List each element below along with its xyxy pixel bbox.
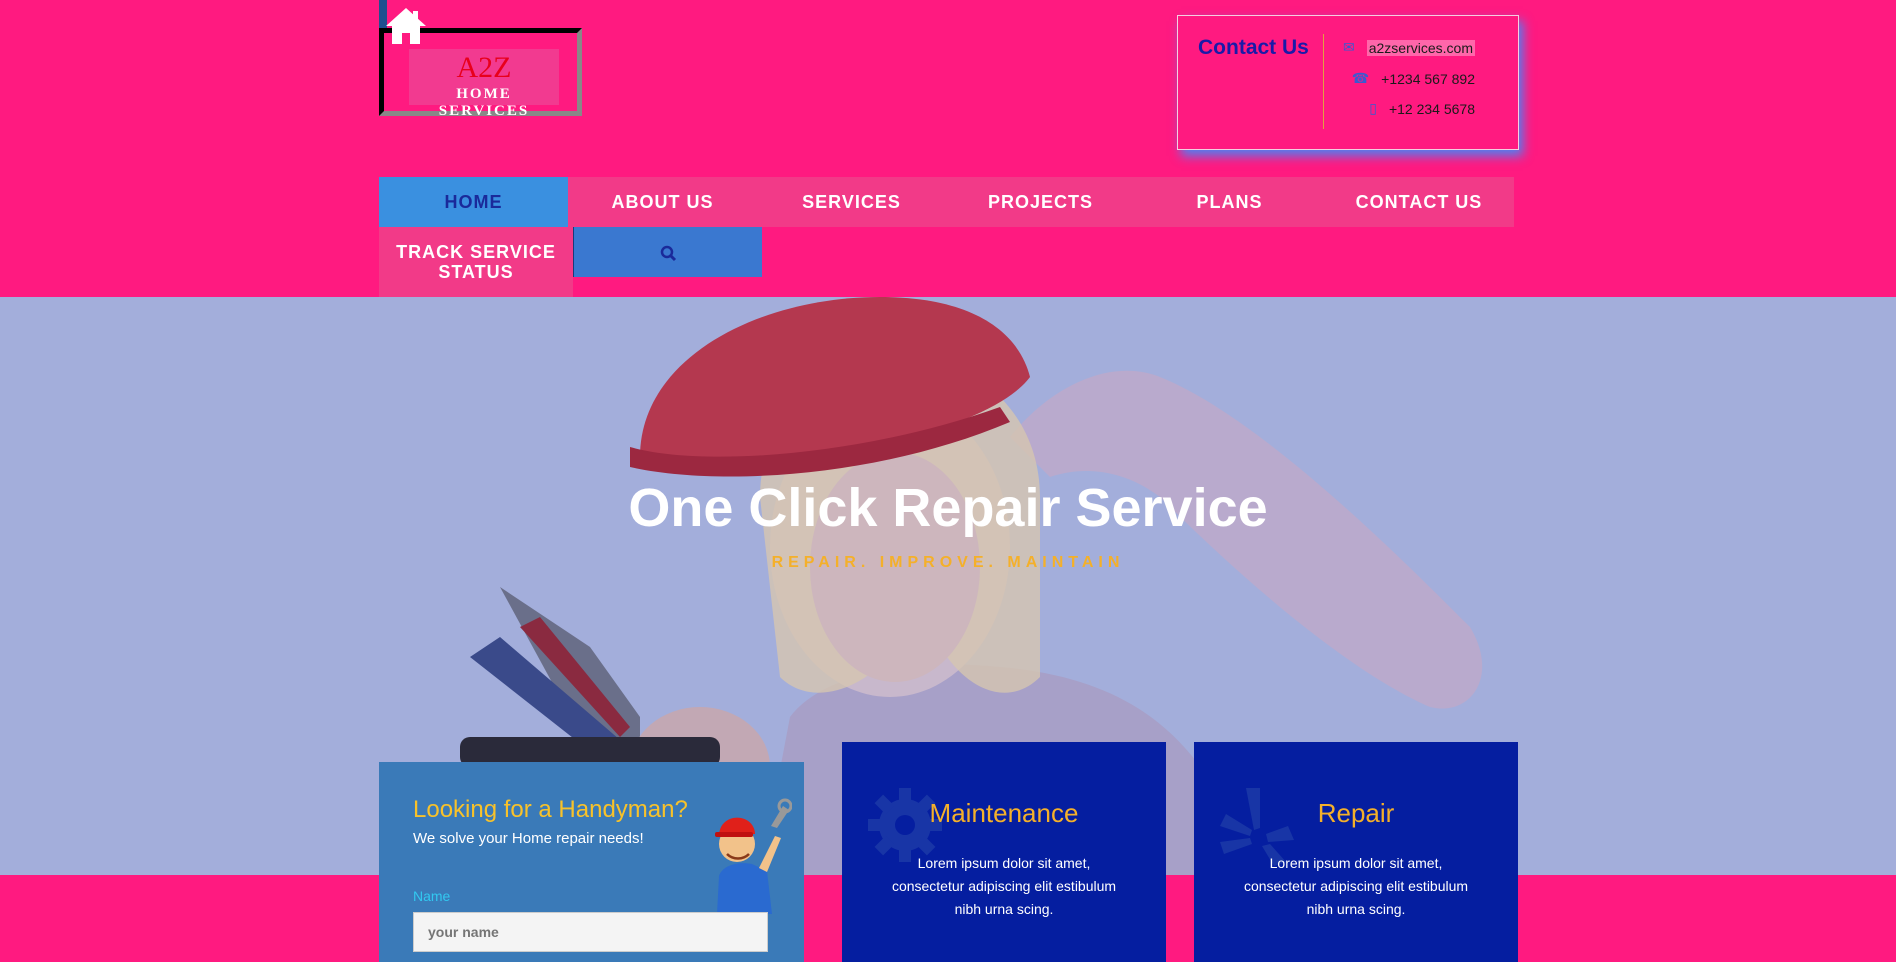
mobile-icon: ▯ xyxy=(1369,100,1377,116)
service-card-repair[interactable]: Repair Lorem ipsum dolor sit amet, conse… xyxy=(1194,742,1518,962)
service-title: Maintenance xyxy=(929,798,1079,828)
search-icon xyxy=(660,245,676,261)
nav-item-plans[interactable]: PLANS xyxy=(1135,177,1324,227)
logo-name: A2Z xyxy=(456,51,512,84)
nav-item-about-us[interactable]: ABOUT US xyxy=(568,177,757,227)
service-title: Repair xyxy=(1317,798,1395,828)
logo-plate: A2Z HOME SERVICES xyxy=(409,49,559,119)
contact-phone-2[interactable]: +12 234 5678 xyxy=(1389,101,1475,117)
logo-tagline: HOME SERVICES xyxy=(438,86,530,119)
contact-panel: Contact Us ✉ a2zservices.com ☎ +1234 567… xyxy=(1177,15,1519,150)
site-logo[interactable]: A2Z HOME SERVICES xyxy=(379,0,582,119)
form-subtitle: We solve your Home repair needs! xyxy=(413,830,644,847)
service-card-maintenance[interactable]: Maintenance Lorem ipsum dolor sit amet, … xyxy=(842,742,1166,962)
phone-icon: ☎ xyxy=(1351,70,1370,86)
form-title: Looking for a Handyman? xyxy=(413,796,688,823)
contact-email[interactable]: a2zservices.com xyxy=(1366,39,1475,56)
track-label-line-2: STATUS xyxy=(438,262,514,282)
nav-item-services[interactable]: SERVICES xyxy=(757,177,946,227)
hero-subtitle: REPAIR. IMPROVE. MAINTAIN xyxy=(771,554,1125,571)
contact-email-row[interactable]: ✉ a2zservices.com xyxy=(1343,39,1475,56)
contact-mobile-row[interactable]: ▯ +12 234 5678 xyxy=(1369,100,1475,117)
nav-item-projects[interactable]: PROJECTS xyxy=(946,177,1135,227)
handyman-request-form: Looking for a Handyman? We solve your Ho… xyxy=(379,762,804,962)
contact-title: Contact Us xyxy=(1198,36,1309,59)
nav-item-home[interactable]: HOME xyxy=(379,177,568,227)
envelope-icon: ✉ xyxy=(1343,39,1355,55)
track-label-line-1: TRACK SERVICE xyxy=(396,242,556,262)
contact-divider xyxy=(1323,34,1324,129)
hero-title: One Click Repair Service xyxy=(628,478,1268,538)
service-description: Lorem ipsum dolor sit amet, consectetur … xyxy=(1243,855,1469,917)
nav-item-contact-us[interactable]: CONTACT US xyxy=(1324,177,1514,227)
name-input[interactable] xyxy=(413,912,768,952)
nav-search-button[interactable] xyxy=(573,227,762,277)
service-description: Lorem ipsum dolor sit amet, consectetur … xyxy=(891,855,1117,917)
name-field-label: Name xyxy=(413,888,451,904)
nav-item-track-service-status[interactable]: TRACK SERVICE STATUS xyxy=(379,227,573,297)
contact-phone-1[interactable]: +1234 567 892 xyxy=(1381,71,1475,87)
house-icon xyxy=(386,8,426,44)
contact-phone-row[interactable]: ☎ +1234 567 892 xyxy=(1352,70,1475,87)
handyman-illustration xyxy=(715,798,792,914)
